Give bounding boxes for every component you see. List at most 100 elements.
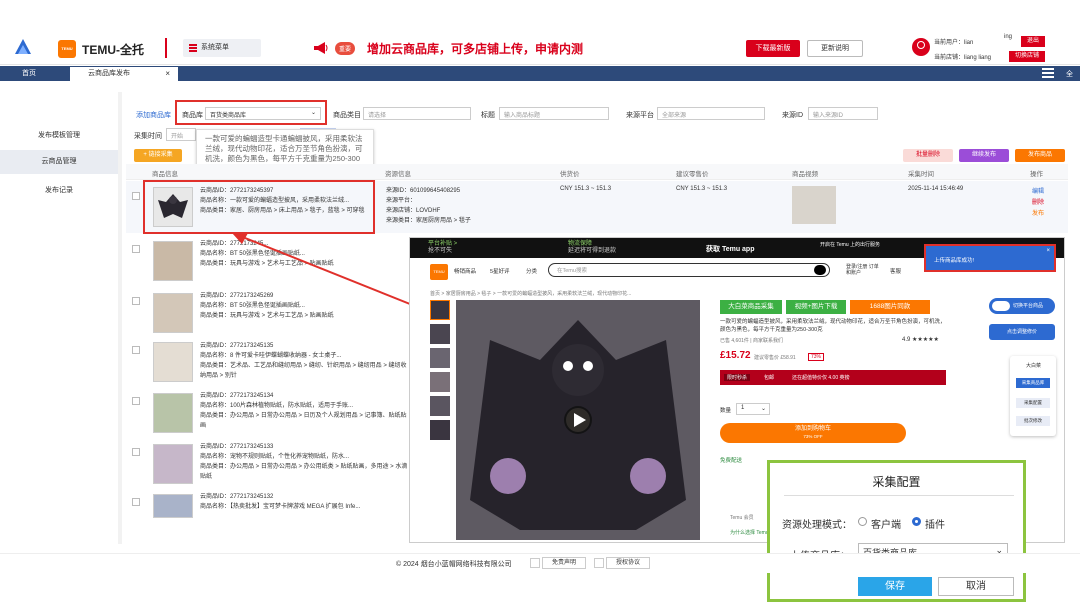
discount-badge: 73% <box>808 353 825 361</box>
update-notes-button[interactable]: 更新说明 <box>807 40 863 57</box>
row-4-info: 云商品ID：2772173245134 商品名称：100片森林植物贴纸，防水贴纸… <box>200 391 408 431</box>
mini-batch-edit-button[interactable]: 批次修改 <box>1016 416 1050 426</box>
library-select[interactable]: 百货类商品库 ⌄ <box>205 107 321 120</box>
sidebar-item-cloud-products[interactable]: 云商品管理 <box>0 150 118 174</box>
current-store: 当前店铺：liang liang <box>934 55 992 61</box>
add-cart-label: 添加到购物车 <box>794 426 831 432</box>
adjust-price-button[interactable]: 点击调整修价 <box>989 324 1055 340</box>
search-icon[interactable] <box>814 265 826 275</box>
nav-categories[interactable]: 分类 <box>526 267 537 275</box>
thumbnail-item[interactable] <box>430 300 450 320</box>
list-menu-icon[interactable] <box>1042 68 1054 78</box>
radio-plugin[interactable] <box>912 517 921 526</box>
collect-product-button[interactable]: 大白菜商品采集 <box>720 300 782 314</box>
source-platform-label: 来源平台 <box>626 112 654 119</box>
deal-free-ship: 包邮 <box>764 375 775 381</box>
thumbnail-strip <box>430 300 450 456</box>
mini-collect-config-button[interactable]: 采集配置 <box>1016 398 1050 408</box>
radio-plugin-label[interactable]: 插件 <box>925 516 945 531</box>
category-select[interactable]: 请选择 <box>363 107 471 120</box>
product-video-thumbnail[interactable] <box>792 186 836 224</box>
source-platform-select[interactable]: 全部来源 <box>657 107 765 120</box>
tab-home[interactable]: 首页 <box>0 66 58 81</box>
disclaimer-link[interactable]: 免责声明 <box>542 557 586 569</box>
product-description: 一款可爱的蝙蝠造型披风，采用柔软法兰绒，现代动物印花，适合万圣节角色扮演，可机洗… <box>720 319 946 333</box>
row-checkbox[interactable] <box>132 397 140 405</box>
thumbnail-item[interactable] <box>430 348 450 368</box>
row-checkbox[interactable] <box>132 192 140 200</box>
row-checkbox[interactable] <box>132 448 140 456</box>
nav-login[interactable]: 登录/注册 订单和账户 <box>846 264 882 276</box>
copyright: © 2024 烟台小蓝帽网络科技有限公司 <box>396 561 512 568</box>
batch-delete-button[interactable]: 批量删除 <box>903 149 953 162</box>
get-app-link[interactable]: 获取 Temu app <box>706 244 754 254</box>
close-icon[interactable]: × <box>165 67 170 81</box>
toast-text: 上传商品库成功! <box>934 258 975 264</box>
disclaimer-checkbox[interactable] <box>530 558 540 568</box>
nav-bestsellers[interactable]: 畅销商品 <box>454 267 476 275</box>
product-thumbnail <box>153 293 193 333</box>
source-id-input[interactable]: 输入来源ID <box>808 107 878 120</box>
product-thumbnail <box>153 187 193 227</box>
thumbnail-item[interactable] <box>430 324 450 344</box>
temu-search-input[interactable]: 在Temu搜索 <box>548 263 830 277</box>
start-date-input[interactable]: 开始 <box>166 128 196 141</box>
cloud-id: 云商品ID：2772173245269 <box>200 293 274 299</box>
close-icon[interactable]: × <box>1046 248 1050 254</box>
radio-client[interactable] <box>858 517 867 526</box>
thumbnail-item[interactable] <box>430 396 450 416</box>
rating: 4.9 ★★★★★ <box>902 337 939 343</box>
image-search-1688-button[interactable]: 1688图片同款 <box>850 300 930 314</box>
auth-checkbox[interactable] <box>594 558 604 568</box>
mini-collect-library-button[interactable]: 采集商品库 <box>1016 378 1050 388</box>
sold-count: 已售 4,601件 | 商家联系我们 <box>720 338 783 344</box>
row-checkbox[interactable] <box>132 297 140 305</box>
continue-publish-button[interactable]: 继续发布 <box>959 149 1009 162</box>
sidebar-item-publish-log[interactable]: 发布记录 <box>0 184 118 198</box>
publish-link[interactable]: 发布 <box>1032 209 1044 220</box>
switch-store-button[interactable]: 切换店铺 <box>1009 51 1045 62</box>
row-checkbox[interactable] <box>132 245 140 253</box>
sidebar: 发布模板管理 云商品管理 发布记录 <box>0 92 118 544</box>
delete-link[interactable]: 删除 <box>1032 198 1044 209</box>
toggle-switch <box>992 301 1010 311</box>
library-label: 商品库 <box>182 112 203 119</box>
row-checkbox[interactable] <box>132 498 140 506</box>
auth-link[interactable]: 授权协议 <box>606 557 650 569</box>
publish-button[interactable]: 发布商品 <box>1015 149 1065 162</box>
switch-platform-toggle[interactable]: 切换平台商品 <box>989 298 1055 314</box>
row-checkbox[interactable] <box>132 346 140 354</box>
edit-link[interactable]: 编辑 <box>1032 187 1044 198</box>
cancel-button[interactable]: 取消 <box>938 577 1014 596</box>
radio-client-label[interactable]: 客户端 <box>871 516 901 531</box>
retail-price-note: 建议零售价 £58.91 <box>754 355 796 361</box>
download-media-button[interactable]: 视频+图片下载 <box>786 300 846 314</box>
row-ops: 编辑 删除 发布 <box>1032 187 1044 220</box>
qty-select[interactable]: 1 ⌄ <box>736 403 770 415</box>
sidebar-item-template[interactable]: 发布模板管理 <box>0 129 118 143</box>
add-to-cart-button[interactable]: 添加到购物车 73% OFF <box>720 423 906 443</box>
tab-cloud-publish[interactable]: 云商品库发布 × <box>70 67 178 81</box>
toggle-label: 切换平台商品 <box>1013 303 1044 309</box>
title-input[interactable]: 输入商品标题 <box>499 107 609 120</box>
system-menu-button[interactable]: 系统菜单 <box>183 39 261 57</box>
mini-panel-title: 大白菜 <box>1026 363 1042 369</box>
thumbnail-item[interactable] <box>430 420 450 440</box>
source-store: 来源店铺：LOVDHF <box>386 208 441 214</box>
product-category: 商品类目：玩具与游戏 > 艺术与工艺品 > 贴画贴纸 <box>200 313 334 319</box>
logout-button[interactable]: 退出 <box>1021 36 1045 47</box>
download-latest-button[interactable]: 下载最新版 <box>746 40 800 57</box>
logistics-sub: 延迟将可得到退款 <box>568 248 617 254</box>
add-library-link[interactable]: 添加商品库 <box>136 110 171 120</box>
nav-service[interactable]: 客服 <box>890 267 901 275</box>
add-cart-sub: 73% OFF <box>803 434 823 439</box>
thumbnail-item[interactable] <box>430 372 450 392</box>
nav-five-star[interactable]: 5星好评 <box>490 267 510 275</box>
main-product-image[interactable] <box>456 300 700 540</box>
megaphone-icon <box>314 42 328 54</box>
fullscreen-button[interactable]: 全 <box>1066 69 1073 79</box>
save-button[interactable]: 保存 <box>858 577 932 596</box>
link-collect-button[interactable]: + 链接采集 <box>134 149 182 162</box>
product-name: 商品名称：BT 50张黑色怪诞插画贴纸... <box>200 251 305 257</box>
deal-special: 还在超值特价仅 4.00 英镑 <box>792 375 850 381</box>
